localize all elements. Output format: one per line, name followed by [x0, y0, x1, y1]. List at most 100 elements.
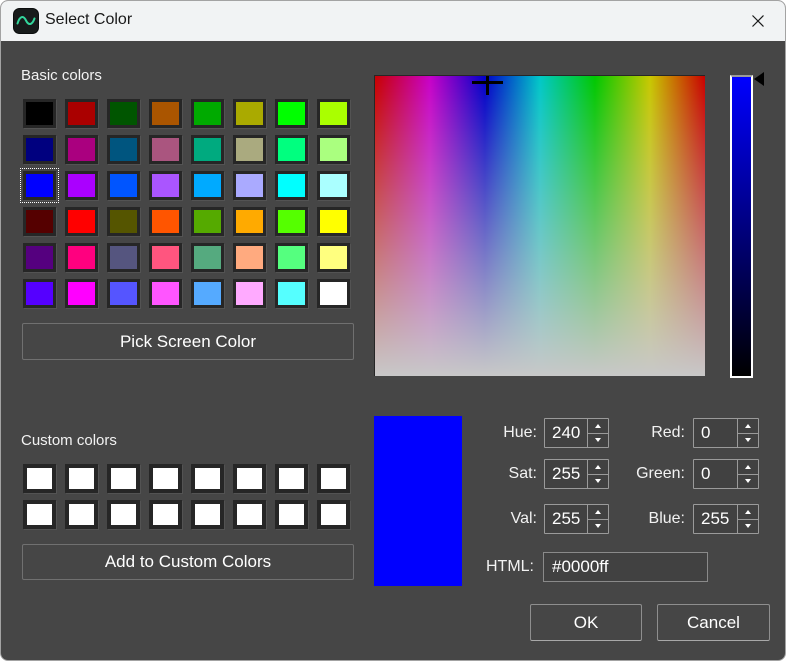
hue-value[interactable]: 240 [545, 419, 587, 447]
custom-color-swatch[interactable] [149, 464, 182, 493]
basic-color-swatch[interactable] [149, 279, 182, 308]
basic-color-swatch[interactable] [191, 243, 224, 272]
basic-color-swatch[interactable] [275, 99, 308, 128]
crosshair-icon [486, 76, 489, 95]
basic-color-swatch[interactable] [107, 279, 140, 308]
cancel-button[interactable]: Cancel [657, 604, 770, 641]
arrow-up-icon [745, 510, 751, 514]
basic-color-swatch[interactable] [23, 279, 56, 308]
close-button[interactable] [739, 6, 777, 36]
basic-color-swatch[interactable] [233, 243, 266, 272]
basic-color-swatch[interactable] [275, 135, 308, 164]
basic-color-swatch[interactable] [275, 171, 308, 200]
basic-color-swatch[interactable] [65, 99, 98, 128]
green-spinbox[interactable]: 0 [693, 459, 759, 489]
basic-color-swatch[interactable] [233, 207, 266, 236]
custom-color-swatch[interactable] [23, 464, 56, 493]
value-slider-arrow-icon[interactable] [754, 72, 764, 86]
basic-colors-label: Basic colors [21, 67, 102, 84]
basic-color-swatch[interactable] [107, 207, 140, 236]
pick-screen-color-button[interactable]: Pick Screen Color [22, 323, 354, 360]
red-spinbox[interactable]: 0 [693, 418, 759, 448]
basic-color-swatch[interactable] [23, 243, 56, 272]
custom-color-swatch[interactable] [107, 464, 140, 493]
basic-color-swatch[interactable] [233, 135, 266, 164]
custom-color-swatch[interactable] [191, 500, 224, 529]
basic-color-swatch[interactable] [149, 171, 182, 200]
basic-color-swatch[interactable] [65, 135, 98, 164]
basic-color-swatch[interactable] [317, 99, 350, 128]
basic-color-swatch[interactable] [23, 99, 56, 128]
basic-color-swatch[interactable] [107, 243, 140, 272]
basic-color-swatch[interactable] [275, 279, 308, 308]
select-color-dialog: Select Color Basic colors Pick Screen Co… [0, 0, 786, 661]
basic-color-swatch[interactable] [233, 279, 266, 308]
basic-color-swatch[interactable] [191, 207, 224, 236]
red-spin-up-button[interactable] [738, 419, 758, 434]
basic-color-swatch[interactable] [107, 135, 140, 164]
arrow-up-icon [745, 465, 751, 469]
custom-color-swatch[interactable] [65, 500, 98, 529]
red-spin-down-button[interactable] [738, 434, 758, 448]
basic-color-swatch[interactable] [191, 135, 224, 164]
basic-color-swatch[interactable] [149, 243, 182, 272]
val-value[interactable]: 255 [545, 505, 587, 533]
title-bar[interactable]: Select Color [1, 1, 785, 41]
custom-color-swatch[interactable] [233, 500, 266, 529]
basic-color-swatch[interactable] [317, 243, 350, 272]
basic-color-swatch[interactable] [233, 99, 266, 128]
red-value[interactable]: 0 [694, 419, 737, 447]
basic-color-swatch[interactable] [107, 99, 140, 128]
custom-color-swatch[interactable] [149, 500, 182, 529]
basic-color-swatch[interactable] [275, 207, 308, 236]
basic-color-swatch[interactable] [317, 279, 350, 308]
custom-color-swatch[interactable] [275, 500, 308, 529]
basic-color-swatch[interactable] [149, 135, 182, 164]
green-spin-down-button[interactable] [738, 475, 758, 489]
custom-color-swatch[interactable] [275, 464, 308, 493]
custom-color-swatch[interactable] [233, 464, 266, 493]
hue-label: Hue: [441, 418, 537, 448]
sat-label: Sat: [441, 459, 537, 489]
green-value[interactable]: 0 [694, 460, 737, 488]
ok-button[interactable]: OK [530, 604, 642, 641]
custom-color-swatch[interactable] [107, 500, 140, 529]
basic-color-swatch[interactable] [65, 207, 98, 236]
custom-colors-label: Custom colors [21, 432, 117, 449]
basic-color-swatch[interactable] [317, 207, 350, 236]
custom-color-swatch[interactable] [317, 464, 350, 493]
blue-value[interactable]: 255 [694, 505, 737, 533]
basic-color-swatch[interactable] [149, 99, 182, 128]
custom-color-swatch[interactable] [317, 500, 350, 529]
blue-spinbox[interactable]: 255 [693, 504, 759, 534]
basic-color-swatch[interactable] [317, 135, 350, 164]
basic-color-swatch[interactable] [23, 171, 56, 200]
blue-spin-up-button[interactable] [738, 505, 758, 520]
basic-color-swatch[interactable] [191, 279, 224, 308]
add-to-custom-colors-button[interactable]: Add to Custom Colors [22, 544, 354, 580]
green-label: Green: [589, 459, 685, 489]
basic-color-swatch[interactable] [65, 243, 98, 272]
custom-color-swatch[interactable] [191, 464, 224, 493]
basic-color-swatch[interactable] [233, 171, 266, 200]
basic-color-swatch[interactable] [107, 171, 140, 200]
hue-saturation-picker[interactable] [374, 75, 705, 376]
basic-color-swatch[interactable] [65, 279, 98, 308]
sat-value[interactable]: 255 [545, 460, 587, 488]
value-slider[interactable] [730, 75, 753, 378]
green-spin-up-button[interactable] [738, 460, 758, 475]
close-icon [750, 13, 766, 29]
blue-spin-down-button[interactable] [738, 520, 758, 534]
basic-color-swatch[interactable] [65, 171, 98, 200]
basic-color-swatch[interactable] [275, 243, 308, 272]
custom-color-swatch[interactable] [23, 500, 56, 529]
basic-color-swatch[interactable] [191, 99, 224, 128]
basic-color-swatch[interactable] [23, 135, 56, 164]
basic-color-swatch[interactable] [149, 207, 182, 236]
basic-color-swatch[interactable] [317, 171, 350, 200]
html-color-input[interactable]: #0000ff [543, 552, 708, 582]
basic-color-swatch[interactable] [23, 207, 56, 236]
basic-color-swatch[interactable] [191, 171, 224, 200]
custom-colors-grid [23, 464, 350, 529]
custom-color-swatch[interactable] [65, 464, 98, 493]
